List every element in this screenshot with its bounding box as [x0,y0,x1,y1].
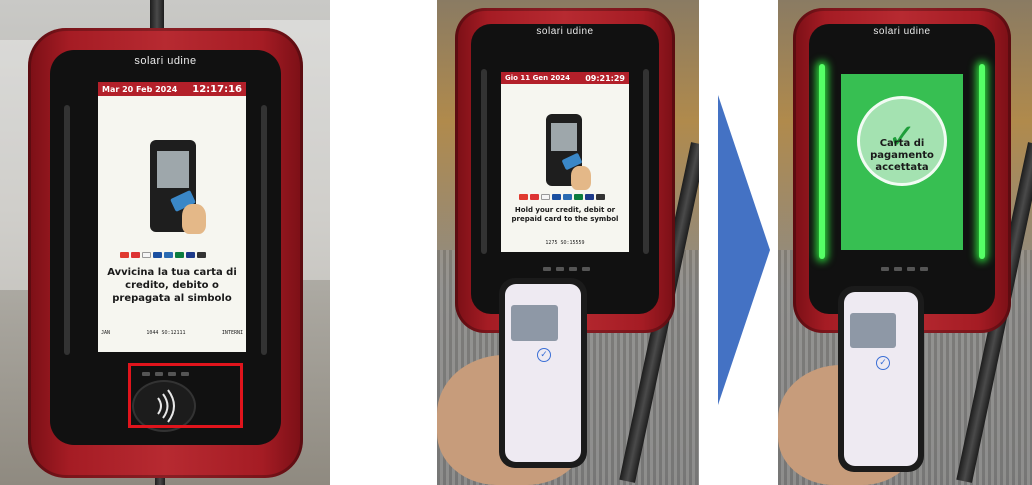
brand-label: solari udine [536,26,594,37]
footer-left: JAN [101,330,111,336]
validator-screen: Gio 11 Gen 2024 09:21:29 Hold your credi… [501,72,629,252]
side-light-right [643,69,649,254]
side-light-right [979,64,985,259]
screen-header: Mar 20 Feb 2024 12:17:16 [98,82,246,96]
side-light-left [64,105,70,355]
payment-cards-logos [120,252,206,258]
validator-screen-accepted: ✓ Carta di pagamento accettata [841,74,963,250]
validator-device: solari udine ✓ Carta di pagamento accett… [793,8,1011,333]
checkmark-icon: ✓ [537,348,551,362]
wallet-card [849,312,896,348]
hand-icon [182,204,206,234]
screen-time: 09:21:29 [585,73,625,83]
status-leds [543,267,590,271]
validator-screen: Mar 20 Feb 2024 12:17:16 Avvicina la tua… [98,82,246,352]
tap-instruction: Avvicina la tua carta di credito, debito… [107,267,237,304]
photo-validator-accepted: solari udine ✓ Carta di pagamento accett… [778,0,1032,485]
screen-time: 12:17:16 [192,83,242,95]
smartphone-wallet: ✓ [838,286,924,472]
smartphone-wallet: ✓ [499,278,587,468]
screen-date: Mar 20 Feb 2024 [102,84,178,94]
hand-icon [571,166,591,190]
footer-code: 1275 SO:15559 [545,240,585,246]
photo-validator-tap-english: solari udine Gio 11 Gen 2024 09:21:29 Ho… [437,0,699,485]
brand-label: solari udine [134,55,197,67]
arrow-right-icon [718,95,770,405]
wallet-screen: ✓ [844,292,918,466]
screen-footer: 1275 SO:15559 [501,240,629,246]
screen-date: Gio 11 Gen 2024 [505,74,570,82]
screen-header: Gio 11 Gen 2024 09:21:29 [501,72,629,84]
nfc-reader-highlight [128,363,243,428]
footer-right: INTERNI [221,330,243,336]
checkmark-icon: ✓ [876,356,890,370]
wallet-screen: ✓ [505,284,581,462]
side-light-left [481,69,487,254]
accepted-message: Carta di pagamento accettata [870,138,934,173]
tap-instruction: Hold your credit, debit or prepaid card … [511,206,619,223]
validator-face: solari udine Gio 11 Gen 2024 09:21:29 Ho… [471,24,659,314]
wallet-card [511,305,559,341]
photo-validator-idle-italian: solari udine Mar 20 Feb 2024 12:17:16 Av… [0,0,330,485]
footer-code: 1044 SO:12111 [146,330,186,336]
status-leds [881,267,928,271]
side-light-left [819,64,825,259]
payment-cards-logos [519,194,605,200]
validator-face: solari udine ✓ Carta di pagamento accett… [809,24,995,314]
side-light-right [261,105,267,355]
brand-label: solari udine [873,26,931,37]
screen-footer: JAN 1044 SO:12111 INTERNI [98,330,246,336]
